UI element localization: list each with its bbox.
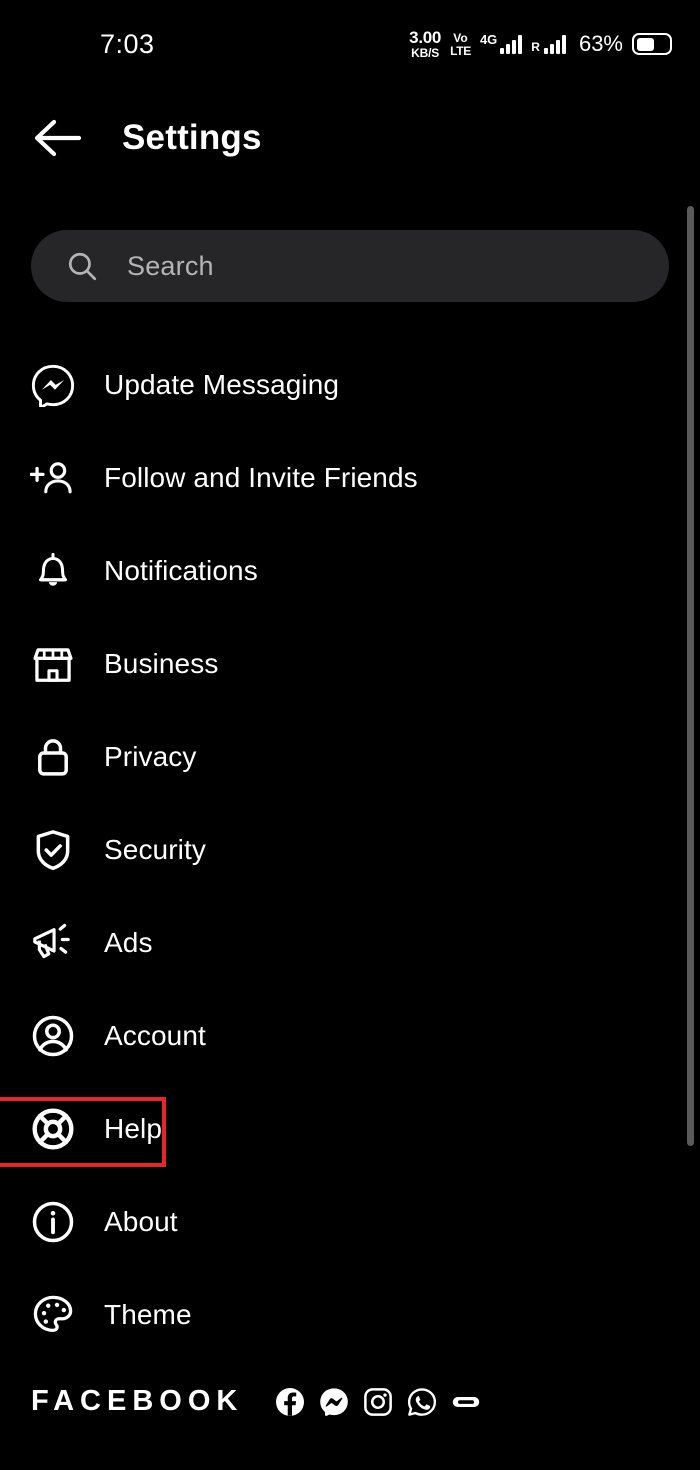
menu-item-account[interactable]: Account [0, 989, 700, 1082]
storefront-icon [30, 641, 76, 687]
social-icon-row [275, 1387, 481, 1417]
network-speed-unit: KB/S [411, 46, 440, 60]
menu-item-help[interactable]: Help [0, 1082, 700, 1175]
menu-item-label: Notifications [104, 554, 258, 586]
network-speed-indicator: 3.00 KB/S [409, 29, 441, 59]
instagram-icon [364, 1387, 393, 1416]
messenger-icon [320, 1387, 349, 1416]
settings-menu-list: Update Messaging Follow and Invite Frien… [0, 338, 700, 1361]
roaming-label: R [531, 40, 540, 54]
app-header: Settings [0, 88, 700, 188]
back-button[interactable] [22, 102, 94, 174]
menu-item-label: Ads [104, 926, 153, 958]
network-type-label: 4G [479, 32, 498, 47]
menu-item-label: Privacy [104, 740, 197, 772]
menu-item-label: Theme [104, 1298, 192, 1330]
search-icon [68, 252, 97, 281]
messenger-icon [30, 362, 76, 408]
menu-item-label: Follow and Invite Friends [104, 461, 418, 493]
menu-item-update-messaging[interactable]: Update Messaging [0, 338, 700, 431]
page-title: Settings [122, 118, 262, 157]
status-time: 7:03 [100, 28, 155, 59]
sim1-signal-indicator: 4G [479, 32, 523, 54]
person-circle-icon [30, 1013, 76, 1059]
menu-item-label: About [104, 1205, 178, 1237]
menu-item-label: Security [104, 833, 206, 865]
search-placeholder: Search [127, 250, 214, 281]
footer-branding: FACEBOOK [31, 1385, 481, 1418]
menu-item-label: Update Messaging [104, 368, 340, 400]
signal-bars-icon [543, 34, 566, 54]
volte-indicator: Vo LTE [450, 32, 471, 57]
menu-item-privacy[interactable]: Privacy [0, 710, 700, 803]
menu-item-ads[interactable]: Ads [0, 896, 700, 989]
lifebuoy-icon [30, 1106, 76, 1152]
network-speed-value: 3.00 [409, 28, 442, 47]
volte-line2: LTE [450, 43, 471, 58]
bell-icon [30, 548, 76, 594]
menu-item-theme[interactable]: Theme [0, 1268, 700, 1361]
sim2-roaming-indicator: R [531, 34, 566, 54]
volte-line1: Vo [453, 30, 468, 45]
status-indicators: 3.00 KB/S Vo LTE 4G R 63% [409, 29, 672, 59]
back-arrow-icon [34, 119, 82, 157]
megaphone-icon [30, 920, 76, 966]
lock-icon [30, 734, 76, 780]
menu-item-label: Help [104, 1112, 162, 1144]
battery-icon [632, 33, 672, 55]
search-input[interactable]: Search [31, 230, 669, 302]
status-bar: 7:03 3.00 KB/S Vo LTE 4G R 63% [0, 0, 700, 88]
menu-item-security[interactable]: Security [0, 803, 700, 896]
menu-item-follow-and-invite-friends[interactable]: Follow and Invite Friends [0, 431, 700, 524]
battery-percent: 63% [578, 31, 623, 56]
portal-icon [453, 1396, 480, 1407]
facebook-wordmark: FACEBOOK [31, 1385, 244, 1417]
menu-item-notifications[interactable]: Notifications [0, 524, 700, 617]
facebook-icon [276, 1387, 305, 1416]
settings-screen: 7:03 3.00 KB/S Vo LTE 4G R 63% Settings … [0, 0, 700, 1470]
menu-item-label: Business [104, 647, 219, 679]
shield-check-icon [30, 827, 76, 873]
menu-item-business[interactable]: Business [0, 617, 700, 710]
vertical-scrollbar[interactable] [687, 206, 694, 1146]
menu-item-about[interactable]: About [0, 1175, 700, 1268]
palette-icon [30, 1292, 76, 1338]
signal-bars-icon [500, 34, 523, 54]
menu-item-label: Account [104, 1019, 206, 1051]
whatsapp-icon [408, 1387, 437, 1416]
person-plus-icon [30, 455, 76, 501]
info-circle-icon [30, 1199, 76, 1245]
